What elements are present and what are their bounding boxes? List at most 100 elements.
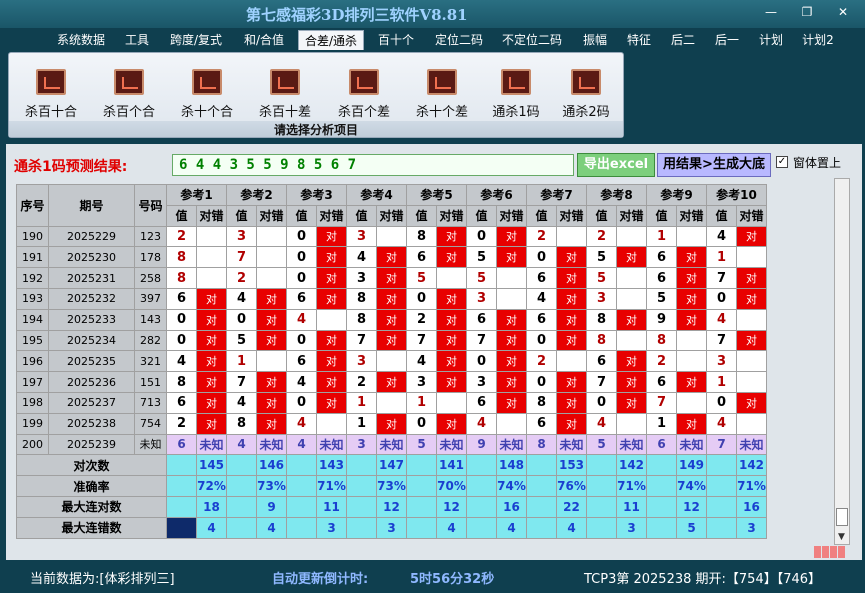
ribbon-button[interactable]: 杀十个合: [170, 65, 244, 125]
stat-spacer: [586, 454, 617, 477]
ribbon-panel: 杀百十合 杀百个合 杀十个合 杀百十差 杀百个差 杀十个差 通杀1码 通杀2码 …: [8, 52, 624, 138]
menu-item[interactable]: 振幅: [576, 30, 614, 50]
stat-cell: 142: [616, 454, 647, 477]
scroll-thumb[interactable]: [836, 508, 848, 526]
latest-draw-text: TCP3第 2025238 期开:【754】【746】: [584, 572, 822, 587]
menu-item[interactable]: 工具: [118, 30, 156, 50]
minimize-icon[interactable]: —: [760, 4, 782, 20]
menu-item[interactable]: 计划: [752, 30, 790, 50]
value-cell: 0: [706, 391, 737, 414]
prediction-result-field[interactable]: 6 4 4 3 5 5 9 8 5 6 7: [172, 154, 574, 176]
result-cell: 对: [376, 287, 407, 310]
period-cell: 2025230: [48, 246, 135, 269]
stat-spacer: [586, 475, 617, 497]
ribbon-button[interactable]: 杀百个差: [327, 65, 401, 125]
menu-item[interactable]: 后一: [708, 30, 746, 50]
value-subheader: 值: [226, 204, 257, 227]
close-icon[interactable]: ✕: [832, 4, 854, 20]
table-row[interactable]: 190 2025229 123 2 3 0 对 3 8 对 0 对 2 2 1 4 对: [16, 225, 767, 248]
stat-cell: 11: [316, 495, 347, 518]
result-subheader: 对错: [196, 204, 227, 227]
value-cell: 1: [706, 246, 737, 269]
stat-spacer: [166, 495, 197, 518]
table-row[interactable]: 200 2025239 未知 6 未知 4 未知 4 未知 3 未知 5 未知 9 未知 8 未知 5 未知 6 未知 7…: [16, 433, 767, 456]
ribbon-button[interactable]: 杀十个差: [405, 65, 479, 125]
result-cell: 对: [196, 287, 227, 310]
maximize-icon[interactable]: ❐: [796, 4, 818, 20]
table-row[interactable]: 199 2025238 754 2 对 8 对 4 1 对 0 对 4 6 对 4 1 对 4: [16, 412, 767, 435]
result-cell: 对: [256, 391, 287, 414]
menu-item[interactable]: 百十个: [370, 30, 422, 50]
stat-cell: 16: [496, 495, 527, 518]
ribbon-button[interactable]: 杀百十差: [248, 65, 322, 125]
number-cell: 123: [134, 225, 167, 248]
table-row[interactable]: 193 2025232 397 6 对 4 对 6 对 8 对 0 对 3 4 对 3 5 对 0 对: [16, 287, 767, 310]
stat-cell: 73%: [376, 475, 407, 497]
ribbon-button[interactable]: 杀百十合: [14, 65, 88, 125]
stat-cell: 76%: [556, 475, 587, 497]
menu-item[interactable]: 定位二码: [428, 30, 490, 50]
value-cell: 4: [406, 350, 437, 373]
ribbon-button[interactable]: 通杀1码: [479, 65, 553, 125]
value-cell: 7: [226, 371, 257, 393]
result-cell: [256, 246, 287, 269]
table-row[interactable]: 194 2025233 143 0 对 0 对 4 8 对 2 对 6 对 6 对 8 对 9 对 4: [16, 308, 767, 331]
seq-cell: 200: [16, 433, 49, 456]
table-row[interactable]: 192 2025231 258 8 2 0 对 3 对 5 5 6 对 5 6 对 7 对: [16, 267, 767, 289]
menu-item[interactable]: 特征: [620, 30, 658, 50]
result-cell: 对: [376, 412, 407, 435]
value-cell: 4: [706, 225, 737, 248]
menu-item[interactable]: 系统数据: [50, 30, 112, 50]
value-cell: 3: [586, 287, 617, 310]
value-cell: 8: [406, 225, 437, 248]
result-cell: 对: [196, 371, 227, 393]
stat-cell: 3: [316, 516, 347, 539]
stat-spacer: [346, 454, 377, 477]
result-cell: 对: [436, 287, 467, 310]
result-cell: [436, 267, 467, 289]
seq-cell: 196: [16, 350, 49, 373]
stat-label: 对次数: [16, 454, 167, 477]
menu-item-active[interactable]: 合差/通杀: [298, 30, 364, 50]
table-row[interactable]: 195 2025234 282 0 对 5 对 0 对 7 对 7 对 7 对 0 对 8 8 7 对: [16, 329, 767, 352]
table-row[interactable]: 197 2025236 151 8 对 7 对 4 对 2 对 3 对 3 对 0 对 7 对 6 对 1: [16, 371, 767, 393]
value-cell: 5: [646, 287, 677, 310]
stat-spacer: [286, 475, 317, 497]
seq-cell: 198: [16, 391, 49, 414]
scroll-down-icon[interactable]: ▼: [838, 532, 845, 542]
table-row[interactable]: 196 2025235 321 4 对 1 6 对 3 4 对 0 对 2 6 对 2 3: [16, 350, 767, 373]
generate-base-button[interactable]: 用结果>生成大底: [657, 153, 771, 177]
result-cell: [616, 267, 647, 289]
value-cell: 3: [346, 350, 377, 373]
result-subheader: 对错: [376, 204, 407, 227]
stat-spacer: [346, 495, 377, 518]
resize-grip[interactable]: [814, 546, 850, 558]
vertical-scrollbar[interactable]: ▼: [834, 178, 850, 545]
menu-item[interactable]: 不定位二码: [496, 30, 568, 50]
result-cell: [676, 391, 707, 414]
stat-spacer: [346, 475, 377, 497]
result-subheader: 对错: [496, 204, 527, 227]
stat-spacer: [706, 475, 737, 497]
ribbon-button[interactable]: 杀百个合: [92, 65, 166, 125]
number-cell: 151: [134, 371, 167, 393]
value-cell: 1: [406, 391, 437, 414]
table-row[interactable]: 198 2025237 713 6 对 4 对 0 对 1 1 6 对 8 对 0 对 7 0 对: [16, 391, 767, 414]
value-cell: 7: [226, 246, 257, 269]
result-cell: [196, 267, 227, 289]
result-cell: [736, 246, 767, 269]
menu-item[interactable]: 跨度/复式: [162, 30, 230, 50]
ontop-checkbox[interactable]: ✓: [776, 156, 788, 168]
table-row[interactable]: 191 2025230 178 8 7 0 对 4 对 6 对 5 对 0 对 5 对 6 对 1: [16, 246, 767, 269]
result-cell: [196, 225, 227, 248]
export-excel-button[interactable]: 导出excel: [577, 153, 655, 177]
result-cell: [376, 391, 407, 414]
result-cell: 对: [676, 246, 707, 269]
result-cell: [616, 225, 647, 248]
period-cell: 2025233: [48, 308, 135, 331]
number-cell: 282: [134, 329, 167, 352]
ribbon-button[interactable]: 通杀2码: [549, 65, 623, 125]
menu-item[interactable]: 和/合值: [236, 30, 292, 50]
menu-item[interactable]: 后二: [664, 30, 702, 50]
menu-item[interactable]: 计划2: [796, 30, 840, 50]
